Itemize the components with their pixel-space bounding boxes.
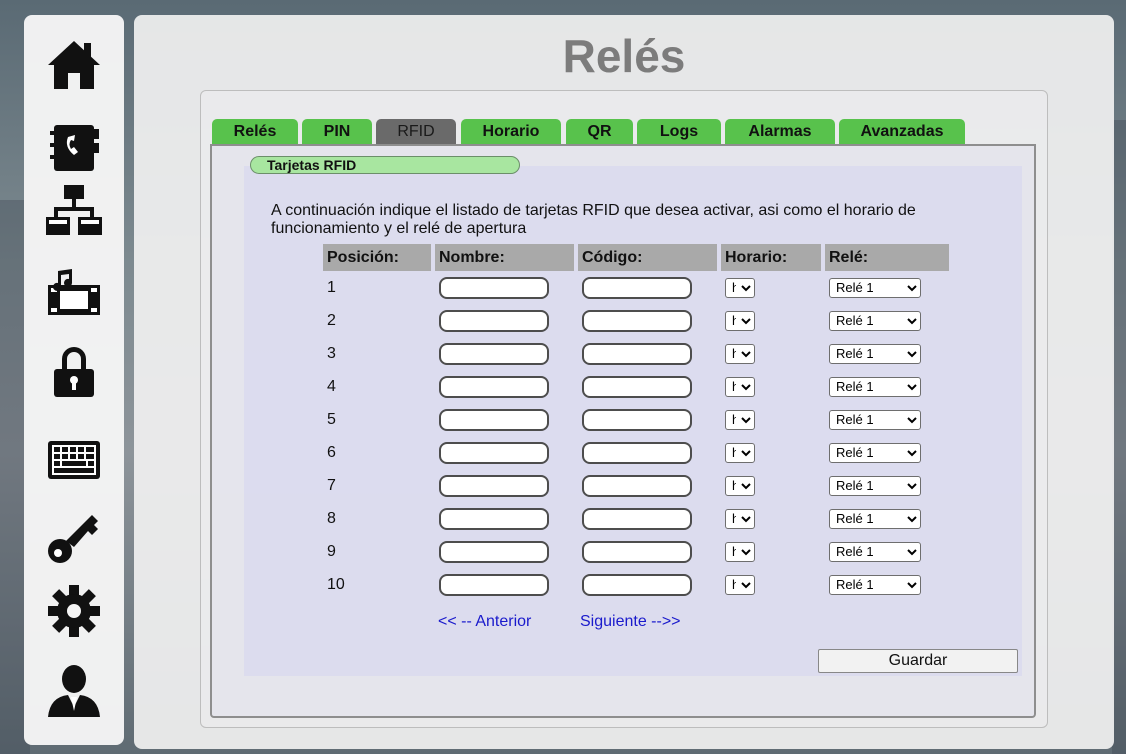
row-position: 5 <box>327 410 336 428</box>
name-input[interactable] <box>439 309 549 332</box>
row-position: 3 <box>327 344 336 362</box>
code-input[interactable] <box>582 408 692 431</box>
schedule-select[interactable]: h <box>725 376 755 397</box>
tab-qr[interactable]: QR <box>566 119 633 145</box>
row-position: 6 <box>327 443 336 461</box>
relay-select[interactable]: Relé 1 <box>829 376 921 397</box>
tab-avanzadas[interactable]: Avanzadas <box>839 119 965 145</box>
header-name: Nombre: <box>435 244 574 271</box>
tab-reles[interactable]: Relés <box>212 119 298 145</box>
relay-select[interactable]: Relé 1 <box>829 574 921 595</box>
row-position: 1 <box>327 278 336 296</box>
table-row: 3 h Relé 1 <box>323 337 949 370</box>
next-page-link[interactable]: Siguiente -->> <box>580 613 681 631</box>
code-input[interactable] <box>582 474 692 497</box>
table-row: 1 h Relé 1 <box>323 271 949 304</box>
code-input[interactable] <box>582 507 692 530</box>
settings-frame: Relés PIN RFID Horario QR Logs Alarmas A… <box>200 90 1048 728</box>
sidebar <box>24 15 124 745</box>
relay-select[interactable]: Relé 1 <box>829 310 921 331</box>
contacts-icon[interactable] <box>46 119 102 175</box>
schedule-select[interactable]: h <box>725 277 755 298</box>
table-row: 5 h Relé 1 <box>323 403 949 436</box>
schedule-select[interactable]: h <box>725 541 755 562</box>
table-row: 9 h Relé 1 <box>323 535 949 568</box>
background-building <box>1112 120 1126 754</box>
name-input[interactable] <box>439 276 549 299</box>
row-position: 2 <box>327 311 336 329</box>
tab-alarmas[interactable]: Alarmas <box>725 119 835 145</box>
relay-select[interactable]: Relé 1 <box>829 409 921 430</box>
code-input[interactable] <box>582 309 692 332</box>
tab-horario[interactable]: Horario <box>461 119 561 145</box>
name-input[interactable] <box>439 474 549 497</box>
schedule-select[interactable]: h <box>725 409 755 430</box>
header-code: Código: <box>578 244 717 271</box>
code-input[interactable] <box>582 342 692 365</box>
lock-icon[interactable] <box>46 345 102 401</box>
relay-select[interactable]: Relé 1 <box>829 442 921 463</box>
table-row: 6 h Relé 1 <box>323 436 949 469</box>
page-title: Relés <box>562 30 686 82</box>
name-input[interactable] <box>439 441 549 464</box>
main-panel: Relés Relés PIN RFID Horario QR Logs Ala… <box>134 15 1114 749</box>
code-input[interactable] <box>582 540 692 563</box>
network-icon[interactable] <box>46 183 102 239</box>
tab-pin[interactable]: PIN <box>302 119 372 145</box>
schedule-select[interactable]: h <box>725 508 755 529</box>
tab-rfid[interactable]: RFID <box>376 119 456 145</box>
home-icon[interactable] <box>46 37 102 93</box>
tab-logs[interactable]: Logs <box>637 119 721 145</box>
save-button[interactable]: Guardar <box>818 649 1018 673</box>
row-position: 4 <box>327 377 336 395</box>
table-row: 4 h Relé 1 <box>323 370 949 403</box>
code-input[interactable] <box>582 375 692 398</box>
row-position: 9 <box>327 542 336 560</box>
header-position: Posición: <box>323 244 431 271</box>
section-description: A continuación indique el listado de tar… <box>271 202 916 237</box>
relay-select[interactable]: Relé 1 <box>829 541 921 562</box>
name-input[interactable] <box>439 408 549 431</box>
table-row: 2 h Relé 1 <box>323 304 949 337</box>
relay-select[interactable]: Relé 1 <box>829 277 921 298</box>
keyboard-icon[interactable] <box>46 433 102 489</box>
relay-select[interactable]: Relé 1 <box>829 475 921 496</box>
prev-page-link[interactable]: << -- Anterior <box>438 613 531 631</box>
relay-select[interactable]: Relé 1 <box>829 343 921 364</box>
row-position: 8 <box>327 509 336 527</box>
gear-icon[interactable] <box>46 583 102 639</box>
header-relay: Relé: <box>825 244 949 271</box>
name-input[interactable] <box>439 573 549 596</box>
code-input[interactable] <box>582 441 692 464</box>
relay-select[interactable]: Relé 1 <box>829 508 921 529</box>
rfid-table: Posición: Nombre: Código: Horario: Relé:… <box>319 244 953 601</box>
schedule-select[interactable]: h <box>725 442 755 463</box>
schedule-select[interactable]: h <box>725 310 755 331</box>
user-icon[interactable] <box>46 663 102 719</box>
schedule-select[interactable]: h <box>725 574 755 595</box>
name-input[interactable] <box>439 540 549 563</box>
code-input[interactable] <box>582 276 692 299</box>
multimedia-icon[interactable] <box>46 267 102 323</box>
table-row: 8 h Relé 1 <box>323 502 949 535</box>
row-position: 7 <box>327 476 336 494</box>
schedule-select[interactable]: h <box>725 343 755 364</box>
tab-content: Tarjetas RFID A continuación indique el … <box>210 144 1036 718</box>
key-icon[interactable] <box>46 511 102 567</box>
header-schedule: Horario: <box>721 244 821 271</box>
section-title: Tarjetas RFID <box>250 156 520 174</box>
name-input[interactable] <box>439 342 549 365</box>
name-input[interactable] <box>439 375 549 398</box>
table-row: 7 h Relé 1 <box>323 469 949 502</box>
code-input[interactable] <box>582 573 692 596</box>
name-input[interactable] <box>439 507 549 530</box>
schedule-select[interactable]: h <box>725 475 755 496</box>
table-row: 10 h Relé 1 <box>323 568 949 601</box>
row-position: 10 <box>327 575 345 593</box>
